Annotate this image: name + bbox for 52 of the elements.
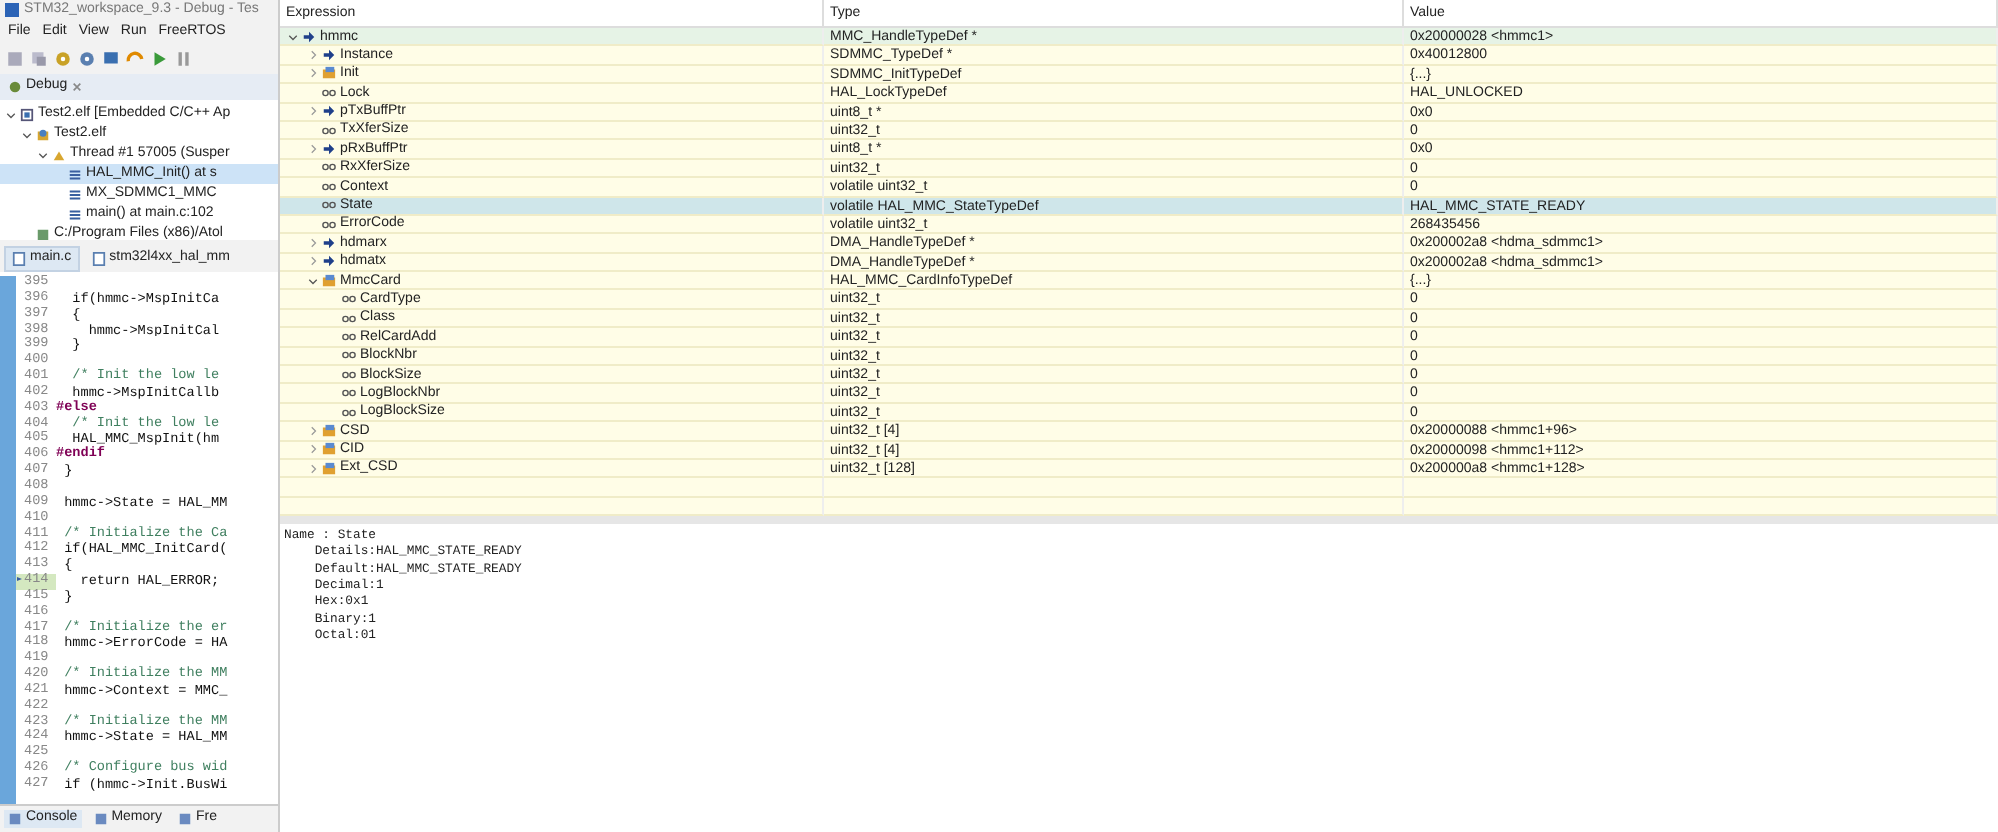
variable-icon: [322, 198, 336, 213]
chevron-icon[interactable]: [307, 425, 317, 436]
struct-icon: [322, 442, 336, 457]
variable-icon: [342, 386, 356, 401]
struct-icon: [322, 423, 336, 438]
variable-icon: [342, 329, 356, 344]
refresh-icon[interactable]: [126, 49, 144, 67]
chevron-icon[interactable]: [307, 463, 317, 474]
bug-icon: [8, 80, 22, 94]
stack-frame-icon: [68, 187, 82, 201]
file-icon: [20, 107, 34, 121]
chevron-icon[interactable]: [307, 444, 317, 455]
variable-icon: [342, 311, 356, 326]
view-icon: [8, 812, 22, 826]
chevron-icon[interactable]: [307, 275, 317, 286]
instruction-pointer-icon: [16, 573, 24, 584]
variable-icon: [342, 367, 356, 382]
program-icon: [36, 227, 50, 241]
pause-icon[interactable]: [174, 49, 192, 67]
c-file-icon: [91, 252, 106, 266]
copy-icon[interactable]: [30, 49, 48, 67]
view-icon: [177, 812, 192, 826]
chevron-icon[interactable]: [307, 106, 317, 117]
c-file-icon: [12, 252, 26, 266]
struct-icon: [322, 66, 336, 81]
variable-icon: [342, 348, 356, 363]
monitor-icon[interactable]: [102, 49, 120, 67]
chevron-icon[interactable]: [307, 256, 317, 267]
struct-icon: [322, 461, 336, 476]
chevron-icon[interactable]: [307, 50, 317, 61]
stack-frame-icon: [68, 207, 82, 221]
variable-icon: [322, 123, 336, 138]
chevron-icon[interactable]: [287, 31, 297, 42]
close-icon[interactable]: [71, 82, 82, 92]
chevron-icon[interactable]: [307, 237, 317, 248]
variable-icon: [322, 160, 336, 175]
chevron-icon[interactable]: [307, 68, 317, 79]
arrow-icon: [322, 142, 336, 157]
view-icon: [93, 812, 108, 826]
app-icon: [4, 2, 20, 18]
variable-icon: [322, 217, 336, 232]
variable-icon: [342, 405, 356, 419]
save-icon[interactable]: [6, 49, 24, 67]
struct-icon: [322, 273, 336, 288]
program-icon: [36, 127, 50, 141]
chevron-icon[interactable]: [307, 144, 317, 155]
play-icon[interactable]: [150, 49, 168, 67]
variable-icon: [322, 85, 336, 100]
variable-icon: [342, 292, 356, 307]
arrow-icon: [322, 104, 336, 119]
stack-frame-icon: [68, 167, 82, 181]
variable-icon: [322, 179, 336, 194]
